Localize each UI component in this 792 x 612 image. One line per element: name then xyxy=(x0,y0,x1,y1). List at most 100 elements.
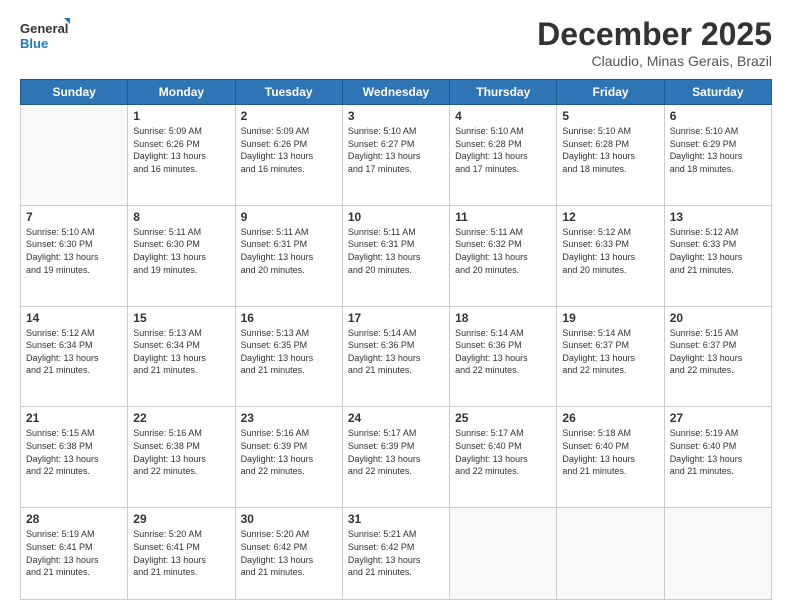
day-info: Sunrise: 5:10 AM Sunset: 6:29 PM Dayligh… xyxy=(670,125,766,175)
calendar-cell: 2 Sunrise: 5:09 AM Sunset: 6:26 PM Daylig… xyxy=(235,105,342,206)
day-info: Sunrise: 5:14 AM Sunset: 6:36 PM Dayligh… xyxy=(348,327,444,377)
day-number: 15 xyxy=(133,311,229,325)
day-number: 22 xyxy=(133,411,229,425)
day-number: 30 xyxy=(241,512,337,526)
day-number: 9 xyxy=(241,210,337,224)
calendar-cell: 15 Sunrise: 5:13 AM Sunset: 6:34 PM Dayli… xyxy=(128,306,235,407)
weekday-header-thursday: Thursday xyxy=(450,80,557,105)
day-number: 21 xyxy=(26,411,122,425)
day-info: Sunrise: 5:14 AM Sunset: 6:37 PM Dayligh… xyxy=(562,327,658,377)
day-info: Sunrise: 5:18 AM Sunset: 6:40 PM Dayligh… xyxy=(562,427,658,477)
day-number: 26 xyxy=(562,411,658,425)
day-number: 31 xyxy=(348,512,444,526)
day-info: Sunrise: 5:14 AM Sunset: 6:36 PM Dayligh… xyxy=(455,327,551,377)
day-info: Sunrise: 5:11 AM Sunset: 6:31 PM Dayligh… xyxy=(348,226,444,276)
calendar-week-1: 1 Sunrise: 5:09 AM Sunset: 6:26 PM Daylig… xyxy=(21,105,772,206)
day-info: Sunrise: 5:10 AM Sunset: 6:28 PM Dayligh… xyxy=(455,125,551,175)
day-number: 2 xyxy=(241,109,337,123)
day-number: 18 xyxy=(455,311,551,325)
calendar-cell xyxy=(21,105,128,206)
header: General Blue December 2025 Claudio, Mina… xyxy=(20,16,772,69)
calendar-cell: 29 Sunrise: 5:20 AM Sunset: 6:41 PM Dayli… xyxy=(128,508,235,600)
calendar-week-4: 21 Sunrise: 5:15 AM Sunset: 6:38 PM Dayli… xyxy=(21,407,772,508)
calendar-cell: 7Sunrise: 5:10 AM Sunset: 6:30 PM Daylig… xyxy=(21,205,128,306)
svg-text:General: General xyxy=(20,21,68,36)
weekday-header-wednesday: Wednesday xyxy=(342,80,449,105)
day-info: Sunrise: 5:17 AM Sunset: 6:40 PM Dayligh… xyxy=(455,427,551,477)
calendar-cell: 19Sunrise: 5:14 AM Sunset: 6:37 PM Dayli… xyxy=(557,306,664,407)
day-info: Sunrise: 5:11 AM Sunset: 6:31 PM Dayligh… xyxy=(241,226,337,276)
day-number: 25 xyxy=(455,411,551,425)
day-info: Sunrise: 5:21 AM Sunset: 6:42 PM Dayligh… xyxy=(348,528,444,578)
day-info: Sunrise: 5:11 AM Sunset: 6:30 PM Dayligh… xyxy=(133,226,229,276)
day-number: 3 xyxy=(348,109,444,123)
calendar-cell: 8 Sunrise: 5:11 AM Sunset: 6:30 PM Daylig… xyxy=(128,205,235,306)
location: Claudio, Minas Gerais, Brazil xyxy=(537,53,772,69)
day-number: 16 xyxy=(241,311,337,325)
calendar-cell xyxy=(450,508,557,600)
calendar-cell: 14 Sunrise: 5:12 AM Sunset: 6:34 PM Dayli… xyxy=(21,306,128,407)
calendar-cell: 27Sunrise: 5:19 AM Sunset: 6:40 PM Dayli… xyxy=(664,407,771,508)
logo: General Blue xyxy=(20,16,70,56)
day-number: 13 xyxy=(670,210,766,224)
title-block: December 2025 Claudio, Minas Gerais, Bra… xyxy=(537,16,772,69)
day-number: 28 xyxy=(26,512,122,526)
day-number: 12 xyxy=(562,210,658,224)
day-number: 23 xyxy=(241,411,337,425)
calendar-cell: 23Sunrise: 5:16 AM Sunset: 6:39 PM Dayli… xyxy=(235,407,342,508)
day-number: 5 xyxy=(562,109,658,123)
logo-svg: General Blue xyxy=(20,16,70,56)
calendar-cell: 18 Sunrise: 5:14 AM Sunset: 6:36 PM Dayli… xyxy=(450,306,557,407)
calendar-cell: 5Sunrise: 5:10 AM Sunset: 6:28 PM Daylig… xyxy=(557,105,664,206)
day-info: Sunrise: 5:12 AM Sunset: 6:33 PM Dayligh… xyxy=(670,226,766,276)
calendar-cell: 22 Sunrise: 5:16 AM Sunset: 6:38 PM Dayli… xyxy=(128,407,235,508)
day-number: 10 xyxy=(348,210,444,224)
svg-text:Blue: Blue xyxy=(20,36,48,51)
day-info: Sunrise: 5:19 AM Sunset: 6:41 PM Dayligh… xyxy=(26,528,122,578)
page: General Blue December 2025 Claudio, Mina… xyxy=(0,0,792,612)
day-info: Sunrise: 5:09 AM Sunset: 6:26 PM Dayligh… xyxy=(133,125,229,175)
calendar-cell: 11 Sunrise: 5:11 AM Sunset: 6:32 PM Dayli… xyxy=(450,205,557,306)
day-info: Sunrise: 5:20 AM Sunset: 6:42 PM Dayligh… xyxy=(241,528,337,578)
day-info: Sunrise: 5:16 AM Sunset: 6:38 PM Dayligh… xyxy=(133,427,229,477)
weekday-header-saturday: Saturday xyxy=(664,80,771,105)
weekday-header-monday: Monday xyxy=(128,80,235,105)
calendar-cell xyxy=(557,508,664,600)
calendar-cell: 1 Sunrise: 5:09 AM Sunset: 6:26 PM Daylig… xyxy=(128,105,235,206)
day-number: 29 xyxy=(133,512,229,526)
day-info: Sunrise: 5:12 AM Sunset: 6:34 PM Dayligh… xyxy=(26,327,122,377)
day-number: 24 xyxy=(348,411,444,425)
calendar-week-3: 14 Sunrise: 5:12 AM Sunset: 6:34 PM Dayli… xyxy=(21,306,772,407)
day-number: 20 xyxy=(670,311,766,325)
calendar: SundayMondayTuesdayWednesdayThursdayFrid… xyxy=(20,79,772,600)
calendar-cell: 17 Sunrise: 5:14 AM Sunset: 6:36 PM Dayli… xyxy=(342,306,449,407)
day-info: Sunrise: 5:13 AM Sunset: 6:35 PM Dayligh… xyxy=(241,327,337,377)
calendar-cell: 9 Sunrise: 5:11 AM Sunset: 6:31 PM Daylig… xyxy=(235,205,342,306)
day-info: Sunrise: 5:15 AM Sunset: 6:38 PM Dayligh… xyxy=(26,427,122,477)
calendar-cell: 12 Sunrise: 5:12 AM Sunset: 6:33 PM Dayli… xyxy=(557,205,664,306)
day-number: 8 xyxy=(133,210,229,224)
calendar-cell: 31 Sunrise: 5:21 AM Sunset: 6:42 PM Dayli… xyxy=(342,508,449,600)
day-info: Sunrise: 5:12 AM Sunset: 6:33 PM Dayligh… xyxy=(562,226,658,276)
calendar-cell: 25 Sunrise: 5:17 AM Sunset: 6:40 PM Dayli… xyxy=(450,407,557,508)
calendar-cell: 3Sunrise: 5:10 AM Sunset: 6:27 PM Daylig… xyxy=(342,105,449,206)
calendar-cell: 26 Sunrise: 5:18 AM Sunset: 6:40 PM Dayli… xyxy=(557,407,664,508)
day-info: Sunrise: 5:13 AM Sunset: 6:34 PM Dayligh… xyxy=(133,327,229,377)
day-info: Sunrise: 5:11 AM Sunset: 6:32 PM Dayligh… xyxy=(455,226,551,276)
calendar-cell: 13 Sunrise: 5:12 AM Sunset: 6:33 PM Dayli… xyxy=(664,205,771,306)
calendar-cell: 28 Sunrise: 5:19 AM Sunset: 6:41 PM Dayli… xyxy=(21,508,128,600)
calendar-week-5: 28 Sunrise: 5:19 AM Sunset: 6:41 PM Dayli… xyxy=(21,508,772,600)
day-info: Sunrise: 5:09 AM Sunset: 6:26 PM Dayligh… xyxy=(241,125,337,175)
day-info: Sunrise: 5:20 AM Sunset: 6:41 PM Dayligh… xyxy=(133,528,229,578)
calendar-cell: 4Sunrise: 5:10 AM Sunset: 6:28 PM Daylig… xyxy=(450,105,557,206)
weekday-header-row: SundayMondayTuesdayWednesdayThursdayFrid… xyxy=(21,80,772,105)
day-number: 14 xyxy=(26,311,122,325)
day-number: 27 xyxy=(670,411,766,425)
day-number: 11 xyxy=(455,210,551,224)
day-number: 1 xyxy=(133,109,229,123)
calendar-cell: 16 Sunrise: 5:13 AM Sunset: 6:35 PM Dayli… xyxy=(235,306,342,407)
day-number: 17 xyxy=(348,311,444,325)
calendar-week-2: 7Sunrise: 5:10 AM Sunset: 6:30 PM Daylig… xyxy=(21,205,772,306)
weekday-header-friday: Friday xyxy=(557,80,664,105)
day-info: Sunrise: 5:17 AM Sunset: 6:39 PM Dayligh… xyxy=(348,427,444,477)
